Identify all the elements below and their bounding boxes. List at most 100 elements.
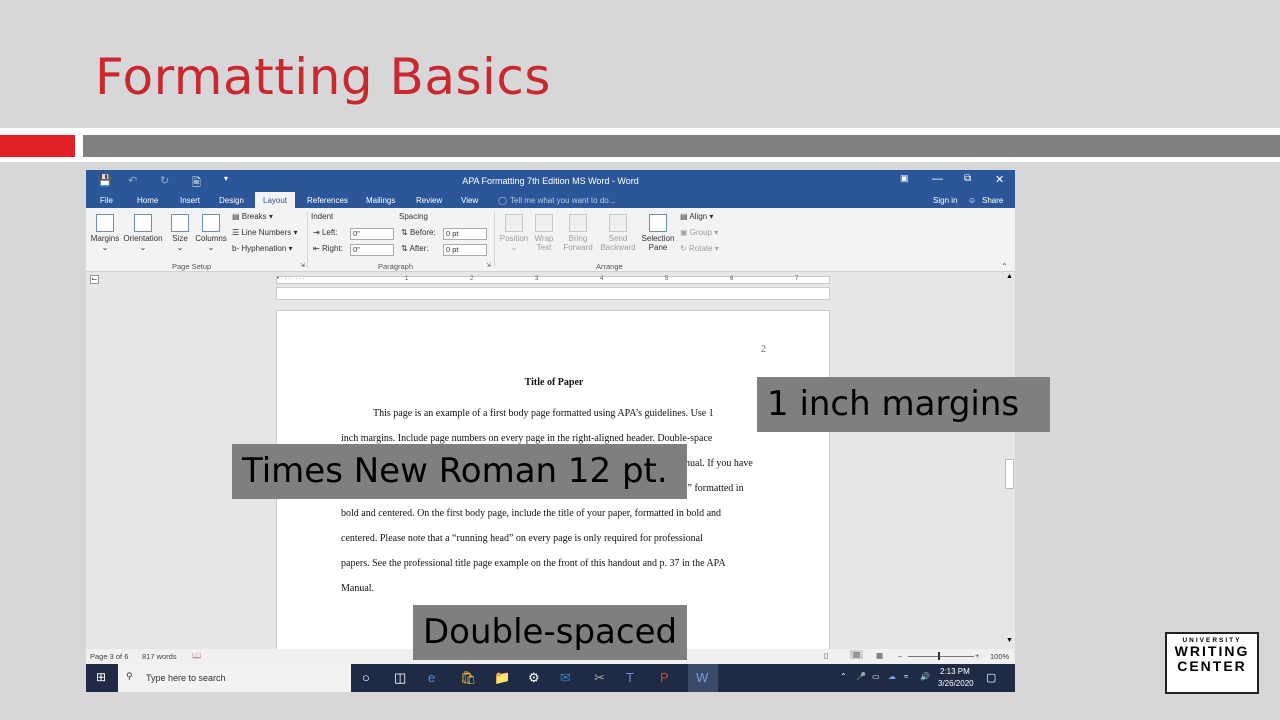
notifications-icon[interactable]: ▢ xyxy=(986,671,996,684)
taskbar-search[interactable]: ⚲ Type here to search xyxy=(118,664,351,692)
microphone-icon[interactable]: 🎤 xyxy=(856,672,866,681)
callout-font: Times New Roman 12 pt. xyxy=(232,444,687,499)
ribbon: Margins ⌄ Orientation ⌄ Size ⌄ Columns ⌄ ▤ B… xyxy=(86,208,1015,272)
tab-design[interactable]: Design xyxy=(219,196,244,205)
body-line: ,” formatted in xyxy=(685,483,744,494)
horizontal-ruler[interactable]: ⌙ • · · · · · · · 1 2 3 4 5 6 7 xyxy=(86,273,1015,287)
tab-selector-icon[interactable]: ⌙ xyxy=(90,275,99,284)
close-icon[interactable]: ✕ xyxy=(995,173,1004,186)
zoom-level[interactable]: 100% xyxy=(990,652,1009,661)
zoom-out-icon[interactable]: – xyxy=(898,651,902,660)
proofing-icon[interactable]: 📖 xyxy=(192,651,201,660)
columns-button[interactable]: Columns ⌄ xyxy=(194,214,228,252)
orientation-button[interactable]: Orientation ⌄ xyxy=(122,214,164,252)
clock-date[interactable]: 3/26/2020 xyxy=(938,679,974,688)
print-layout-icon[interactable]: ▤ xyxy=(850,650,864,659)
tab-file[interactable]: File xyxy=(100,196,113,205)
ruler-mark: 7 xyxy=(795,276,799,282)
paragraph-launcher-icon[interactable]: ⇲ xyxy=(486,262,491,269)
callout-spacing: Double-spaced xyxy=(413,605,687,660)
position-button[interactable]: Position ⌄ xyxy=(496,214,532,252)
snipping-tool-icon[interactable]: ✂ xyxy=(594,670,605,686)
word-count[interactable]: 817 words xyxy=(142,652,177,661)
show-hidden-icons[interactable]: ⌃ xyxy=(840,672,847,681)
clock-time[interactable]: 2:13 PM xyxy=(940,667,970,676)
body-line: papers. See the professional title page … xyxy=(341,558,726,569)
tab-references[interactable]: References xyxy=(307,196,348,205)
indent-right-input[interactable]: 0" xyxy=(350,244,394,256)
read-mode-icon[interactable]: ▯ xyxy=(824,651,828,660)
scroll-down-icon[interactable]: ▼ xyxy=(1006,637,1013,644)
teams-icon[interactable]: T xyxy=(626,670,634,685)
orientation-icon xyxy=(134,214,152,232)
line-numbers-button[interactable]: ☰ Line Numbers ▾ xyxy=(232,228,297,237)
group-separator xyxy=(494,212,495,268)
indent-left-input[interactable]: 0" xyxy=(350,228,394,240)
settings-icon[interactable]: ⚙ xyxy=(528,670,540,686)
breaks-button[interactable]: ▤ Breaks ▾ xyxy=(232,212,273,221)
zoom-in-icon[interactable]: + xyxy=(975,651,979,660)
page-setup-launcher-icon[interactable]: ⇲ xyxy=(300,262,305,269)
powerpoint-icon[interactable]: P xyxy=(660,670,669,685)
share-icon[interactable]: ☺ xyxy=(968,196,976,205)
scrollbar-thumb[interactable] xyxy=(1005,459,1014,489)
zoom-slider-handle[interactable] xyxy=(938,652,940,660)
restore-icon[interactable]: ⧉ xyxy=(964,173,971,184)
tab-insert[interactable]: Insert xyxy=(180,196,200,205)
tab-mailings[interactable]: Mailings xyxy=(366,196,395,205)
outlook-icon[interactable]: ✉ xyxy=(560,670,571,686)
title-bar: 💾 ↶ ↻ 🗎 ▾ APA Formatting 7th Edition MS … xyxy=(86,170,1015,192)
university-writing-center-logo: UNIVERSITY WRITING CENTER xyxy=(1165,632,1259,694)
bring-forward-button[interactable]: Bring Forward xyxy=(558,214,598,252)
selection-pane-icon xyxy=(649,214,667,232)
tab-review[interactable]: Review xyxy=(416,196,442,205)
windows-start-icon[interactable]: ⊞ xyxy=(96,670,106,684)
web-layout-icon[interactable]: ▦ xyxy=(876,651,883,660)
size-button[interactable]: Size ⌄ xyxy=(168,214,192,252)
task-view-icon[interactable]: ◫ xyxy=(394,670,406,686)
edge-icon[interactable]: e xyxy=(428,670,435,685)
spacing-before-input[interactable]: 0 pt xyxy=(443,228,487,240)
group-separator xyxy=(307,212,308,268)
tell-me-search[interactable]: Tell me what you want to do... xyxy=(510,196,615,205)
spacing-after-input[interactable]: 0 pt xyxy=(443,244,487,256)
file-explorer-icon[interactable]: 📁 xyxy=(494,670,510,686)
ruler-scale: • · · · · · · · 1 2 3 4 5 6 7 xyxy=(276,276,830,284)
battery-icon[interactable]: ▭ xyxy=(872,672,880,681)
body-line: centered. Please note that a “running he… xyxy=(341,533,703,544)
wrap-text-button[interactable]: Wrap Text xyxy=(532,214,556,252)
send-backward-button[interactable]: Send Backward xyxy=(598,214,638,252)
tab-view[interactable]: View xyxy=(461,196,478,205)
margins-button[interactable]: Margins ⌄ xyxy=(90,214,120,252)
ribbon-tabs: File Home Insert Design Layout Reference… xyxy=(86,192,1015,208)
tab-home[interactable]: Home xyxy=(137,196,158,205)
share-button[interactable]: Share xyxy=(982,196,1003,205)
ruler-mark: 1 xyxy=(405,276,409,282)
page-setup-group-label: Page Setup xyxy=(172,262,212,271)
tab-layout[interactable]: Layout xyxy=(255,192,296,208)
collapse-ribbon-icon[interactable]: ⌃ xyxy=(1001,262,1008,271)
sign-in-link[interactable]: Sign in xyxy=(933,196,957,205)
volume-icon[interactable]: 🔊 xyxy=(920,672,930,681)
cortana-icon[interactable]: ○ xyxy=(362,670,370,685)
scroll-up-icon[interactable]: ▲ xyxy=(1006,273,1013,280)
selection-pane-button[interactable]: Selection Pane xyxy=(638,214,678,252)
body-line: nual. If you have xyxy=(685,458,753,469)
taskbar-search-input[interactable]: Type here to search xyxy=(146,673,226,683)
word-icon[interactable]: W xyxy=(688,664,718,692)
accent-gray-bar xyxy=(83,135,1280,157)
group-button[interactable]: ▣ Group ▾ xyxy=(680,228,718,237)
hyphenation-button[interactable]: b‐ Hyphenation ▾ xyxy=(232,244,293,253)
onedrive-icon[interactable]: ☁ xyxy=(888,672,896,681)
store-icon[interactable]: 🛍 xyxy=(460,670,477,686)
ruler-mark: 6 xyxy=(730,276,734,282)
rotate-button[interactable]: ↻ Rotate ▾ xyxy=(680,244,719,253)
ribbon-display-options-icon[interactable]: ▣ xyxy=(900,173,909,184)
vertical-scrollbar[interactable]: ▲ ▼ xyxy=(1004,273,1015,649)
zoom-slider[interactable] xyxy=(908,656,974,657)
wifi-icon[interactable]: ≈ xyxy=(904,672,908,681)
minimize-icon[interactable]: — xyxy=(932,173,943,185)
align-button[interactable]: ▤ Align ▾ xyxy=(680,212,713,221)
page-count[interactable]: Page 3 of 6 xyxy=(90,652,128,661)
header-page-number: 2 xyxy=(761,344,766,355)
